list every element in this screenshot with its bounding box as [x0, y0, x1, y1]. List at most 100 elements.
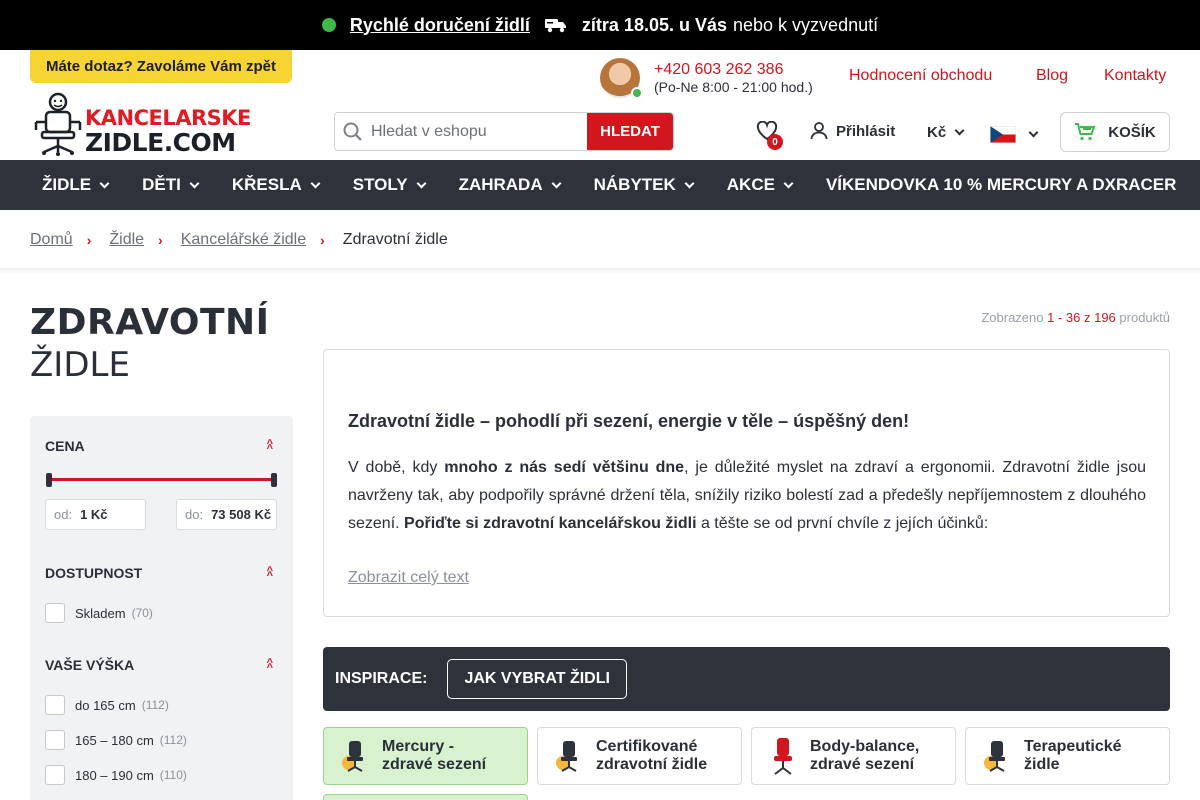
filter-availability-title: DOSTUPNOST [45, 565, 143, 581]
nav-item-kids[interactable]: DĚTI [142, 175, 200, 195]
nav-label: NÁBYTEK [593, 175, 676, 194]
filter-height-option[interactable]: do 165 cm (112) [45, 695, 169, 715]
breadcrumb-chairs[interactable]: Židle [109, 231, 144, 249]
support-phone[interactable]: +420 603 262 386 [654, 61, 813, 79]
results-range: 1 - 36 z 196 [1047, 310, 1116, 325]
contacts-link[interactable]: Kontakty [1104, 67, 1166, 85]
nav-item-garden[interactable]: ZAHRADA [458, 175, 562, 195]
cart-label: KOŠÍK [1108, 123, 1156, 141]
chevron-right-icon: › [158, 232, 163, 248]
option-count: (112) [141, 698, 169, 712]
chevron-down-icon [783, 178, 794, 188]
price-from-field[interactable]: od: 1 Kč [45, 499, 146, 530]
chevron-down-icon [551, 178, 562, 188]
description-text: V době, kdy mnoho z nás sedí většinu dne… [348, 454, 1146, 538]
nav-label: ZAHRADA [458, 175, 543, 194]
price-to-label: do: [185, 507, 204, 522]
show-full-text-link[interactable]: Zobrazit celý text [348, 569, 469, 587]
search-button[interactable]: HLEDAT [587, 113, 673, 150]
currency-select[interactable]: Kč [927, 124, 965, 141]
results-prefix: Zobrazeno [981, 310, 1044, 325]
wishlist-button[interactable]: 0 [756, 120, 783, 150]
language-select[interactable] [990, 126, 1039, 143]
text-bold: Pořiďte si zdravotní kancelářskou židli [404, 515, 697, 532]
search-icon [335, 113, 371, 150]
filter-height-option[interactable]: 180 – 190 cm (110) [45, 765, 187, 785]
chevron-down-icon [684, 178, 695, 188]
chair-icon [984, 741, 1005, 772]
support-avatar [600, 58, 643, 99]
category-tile-therapeutic[interactable]: Terapeutické židle [965, 727, 1170, 785]
logo-text-top: KANCELARSKE [85, 106, 251, 130]
filter-in-stock[interactable]: Skladem (70) [45, 603, 153, 623]
checkbox[interactable] [45, 730, 65, 750]
reviews-link[interactable]: Hodnocení obchodu [849, 67, 992, 85]
cart-button[interactable]: KOŠÍK [1060, 112, 1170, 152]
search-input[interactable] [371, 113, 587, 150]
wishlist-count-badge: 0 [767, 134, 783, 150]
breadcrumb-office-chairs[interactable]: Kancelářské židle [181, 231, 306, 249]
fast-delivery-link[interactable]: Rychlé doručení židlí [350, 15, 530, 36]
filter-sidebar: CENA ^ ^ od: 1 Kč do: 73 508 Kč DOSTUPNOS… [30, 416, 293, 800]
text-span: a těšte se od první chvíle z jejích účin… [696, 515, 989, 532]
truck-icon [544, 17, 568, 33]
price-slider-min-handle[interactable] [46, 473, 52, 487]
inspiration-label: INSPIRACE: [335, 670, 428, 687]
chevron-down-icon [416, 178, 427, 188]
tile-label: židle [1024, 756, 1060, 773]
option-label: do 165 cm [75, 697, 136, 713]
collapse-icon[interactable]: ^ ^ [267, 658, 273, 674]
czech-flag-icon [990, 126, 1016, 143]
nav-label: AKCE [726, 175, 775, 194]
nav-item-armchairs[interactable]: KŘESLA [232, 175, 321, 195]
nav-item-tables[interactable]: STOLY [353, 175, 427, 195]
cart-icon [1075, 123, 1096, 141]
user-icon [810, 122, 828, 140]
tile-label: Certifikované [596, 738, 698, 755]
price-from-label: od: [54, 507, 73, 522]
price-from-value: 1 Kč [80, 507, 108, 522]
checkbox[interactable] [45, 603, 65, 623]
nav-item-furniture[interactable]: NÁBYTEK [593, 175, 695, 195]
category-description: Zdravotní židle – pohodlí při sezení, en… [323, 349, 1170, 617]
breadcrumb-home[interactable]: Domů [30, 231, 73, 249]
login-button[interactable]: Přihlásit [810, 122, 895, 140]
price-to-field[interactable]: do: 73 508 Kč [176, 499, 277, 530]
chevron-down-icon [99, 178, 110, 188]
inspiration-bar: INSPIRACE: JAK VYBRAT ŽIDLI [323, 647, 1170, 711]
status-dot [321, 18, 336, 32]
support-contact: +420 603 262 386 (Po-Ne 8:00 - 21:00 hod… [600, 58, 813, 99]
category-tile-mercury[interactable]: Mercury - zdravé sezení [323, 727, 528, 785]
option-count: (112) [159, 733, 187, 747]
red-chair-icon [774, 738, 792, 775]
checkbox[interactable] [45, 695, 65, 715]
how-to-choose-button[interactable]: JAK VYBRAT ŽIDLI [447, 659, 627, 699]
filter-price-title: CENA [45, 438, 85, 454]
collapse-icon[interactable]: ^ ^ [267, 439, 273, 455]
nav-item-sale[interactable]: AKCE [726, 175, 794, 195]
filter-height-option[interactable]: 165 – 180 cm (112) [45, 730, 187, 750]
option-count: (110) [159, 768, 187, 782]
nav-item-chairs[interactable]: ŽIDLE [42, 175, 110, 195]
login-label: Přihlásit [836, 122, 896, 140]
option-label: 165 – 180 cm [75, 732, 154, 748]
blog-link[interactable]: Blog [1036, 67, 1068, 85]
price-slider-track[interactable] [48, 478, 274, 481]
category-tile-body-balance[interactable]: Body-balance, zdravé sezení [751, 727, 956, 785]
breadcrumb: Domů › Židle › Kancelářské židle › Zdrav… [30, 231, 448, 249]
nav-label: ŽIDLE [42, 175, 92, 194]
chair-icon [556, 741, 577, 772]
checkbox[interactable] [45, 765, 65, 785]
collapse-icon[interactable]: ^ ^ [267, 566, 273, 582]
logo[interactable]: KANCELARSKE ZIDLE.COM [32, 92, 277, 157]
page-title-line2: ŽIDLE [30, 345, 130, 385]
nav-item-weekend-promo[interactable]: VÍKENDOVKA 10 % MERCURY A DXRACER [826, 175, 1176, 195]
callback-button[interactable]: Máte dotaz? Zavoláme Vám zpět [30, 50, 292, 83]
option-count: (70) [131, 606, 153, 620]
price-slider-max-handle[interactable] [271, 473, 277, 487]
tile-label: Mercury - [382, 738, 455, 755]
category-tile-next[interactable] [323, 794, 528, 800]
chevron-down-icon [189, 178, 200, 188]
category-tile-certified[interactable]: Certifikované zdravotní židle [537, 727, 742, 785]
online-indicator [631, 87, 643, 99]
